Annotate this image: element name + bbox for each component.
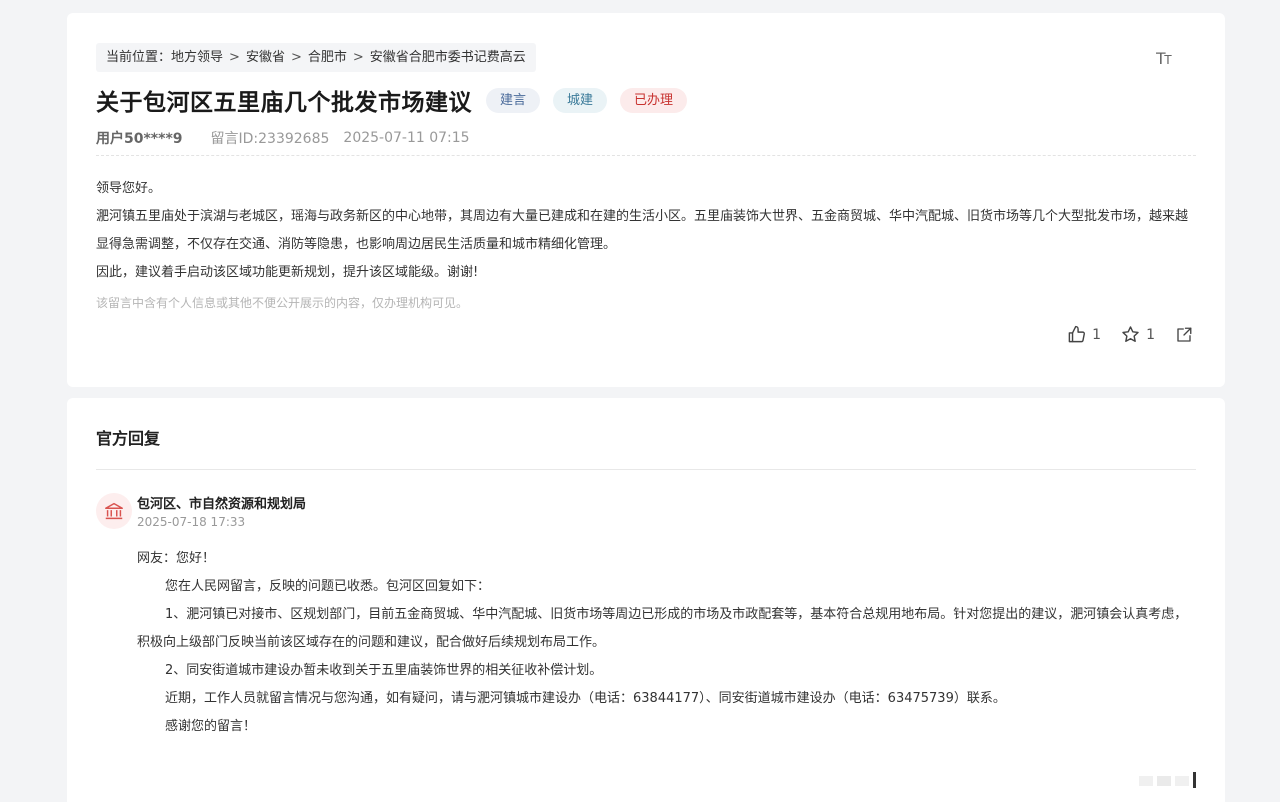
status-badge: 已办理: [620, 87, 688, 113]
favorite-button[interactable]: 1: [1121, 325, 1155, 344]
star-icon: [1122, 326, 1139, 343]
divider: [96, 155, 1196, 156]
message-actions: 1 1: [1047, 325, 1193, 344]
reply-section-title: 官方回复: [96, 429, 161, 448]
breadcrumb-item-province[interactable]: 安徽省: [246, 43, 285, 72]
title-row: 关于包河区五里庙几个批发市场建议 建言 城建 已办理: [96, 83, 700, 117]
avatar: [96, 493, 132, 529]
breadcrumb-separator: >: [290, 50, 302, 65]
thumbs-up-icon: [1068, 325, 1086, 343]
reply-paragraph: 您在人民网留言，反映的问题已收悉。包河区回复如下：: [165, 579, 491, 594]
reply-greeting: 网友：您好！: [137, 551, 216, 566]
divider: [96, 469, 1196, 470]
like-count: 1: [1092, 326, 1102, 343]
message-paragraph: 领导您好。: [96, 181, 162, 196]
breadcrumb-item-leader[interactable]: 安徽省合肥市委书记费高云: [370, 43, 526, 72]
reply-department: 包河区、市自然资源和规划局: [137, 497, 307, 512]
tag-domain: 城建: [553, 87, 608, 113]
reply-paragraph: 感谢您的留言！: [165, 719, 257, 734]
breadcrumb-prefix: 当前位置：: [106, 50, 172, 65]
message-body: 领导您好。 淝河镇五里庙处于滨湖与老城区，瑶海与政务新区的中心地带，其周边有大量…: [96, 175, 1196, 287]
reply-card: 官方回复 包河区、市自然资源和规划局 2025-07-18 17:33 网友：您…: [67, 398, 1225, 802]
font-size-icon[interactable]: TT: [1156, 49, 1172, 69]
page-title: 关于包河区五里庙几个批发市场建议: [96, 90, 472, 116]
message-id: 留言ID:23392685: [210, 131, 330, 147]
like-button[interactable]: 1: [1067, 325, 1101, 344]
breadcrumb-separator: >: [229, 50, 240, 65]
share-button[interactable]: [1175, 326, 1193, 344]
breadcrumb: 当前位置： 地方领导 > 安徽省 > 合肥市 > 安徽省合肥市委书记费高云: [96, 43, 536, 72]
favorite-count: 1: [1146, 326, 1155, 343]
government-building-icon: [105, 502, 123, 520]
reply-paragraph: 2、同安街道城市建设办暂未收到关于五里庙装饰世界的相关征收补偿计划。: [165, 663, 603, 678]
reply-body: 网友：您好！ 您在人民网留言，反映的问题已收悉。包河区回复如下： 1、淝河镇已对…: [137, 545, 1196, 741]
tag-type: 建言: [486, 87, 541, 113]
message-paragraph: 淝河镇五里庙处于滨湖与老城区，瑶海与政务新区的中心地带，其周边有大量已建成和在建…: [96, 209, 1189, 252]
share-icon: [1177, 327, 1192, 342]
reply-datetime: 2025-07-18 17:33: [137, 515, 246, 529]
author-name: 用户50****9: [96, 131, 183, 147]
breadcrumb-item-city[interactable]: 合肥市: [308, 43, 347, 72]
loading-indicator: [1133, 768, 1213, 794]
reply-paragraph: 近期，工作人员就留言情况与您沟通，如有疑问，请与淝河镇城市建设办（电话：6384…: [165, 691, 1006, 706]
privacy-note: 该留言中含有个人信息或其他不便公开展示的内容，仅办理机构可见。: [96, 296, 469, 310]
breadcrumb-separator: >: [352, 50, 364, 65]
message-meta: 用户50****9 留言ID:23392685 2025-07-11 07:15: [96, 128, 470, 148]
message-card: 当前位置： 地方领导 > 安徽省 > 合肥市 > 安徽省合肥市委书记费高云 TT…: [67, 13, 1225, 387]
loading-icon: [1139, 772, 1196, 788]
breadcrumb-item-local-leaders[interactable]: 地方领导: [171, 43, 223, 72]
message-datetime: 2025-07-11 07:15: [343, 130, 470, 146]
message-paragraph: 因此，建议着手启动该区域功能更新规划，提升该区域能级。谢谢!: [96, 265, 479, 280]
reply-paragraph: 1、淝河镇已对接市、区规划部门，目前五金商贸城、华中汽配城、旧货市场等周边已形成…: [137, 607, 1188, 650]
